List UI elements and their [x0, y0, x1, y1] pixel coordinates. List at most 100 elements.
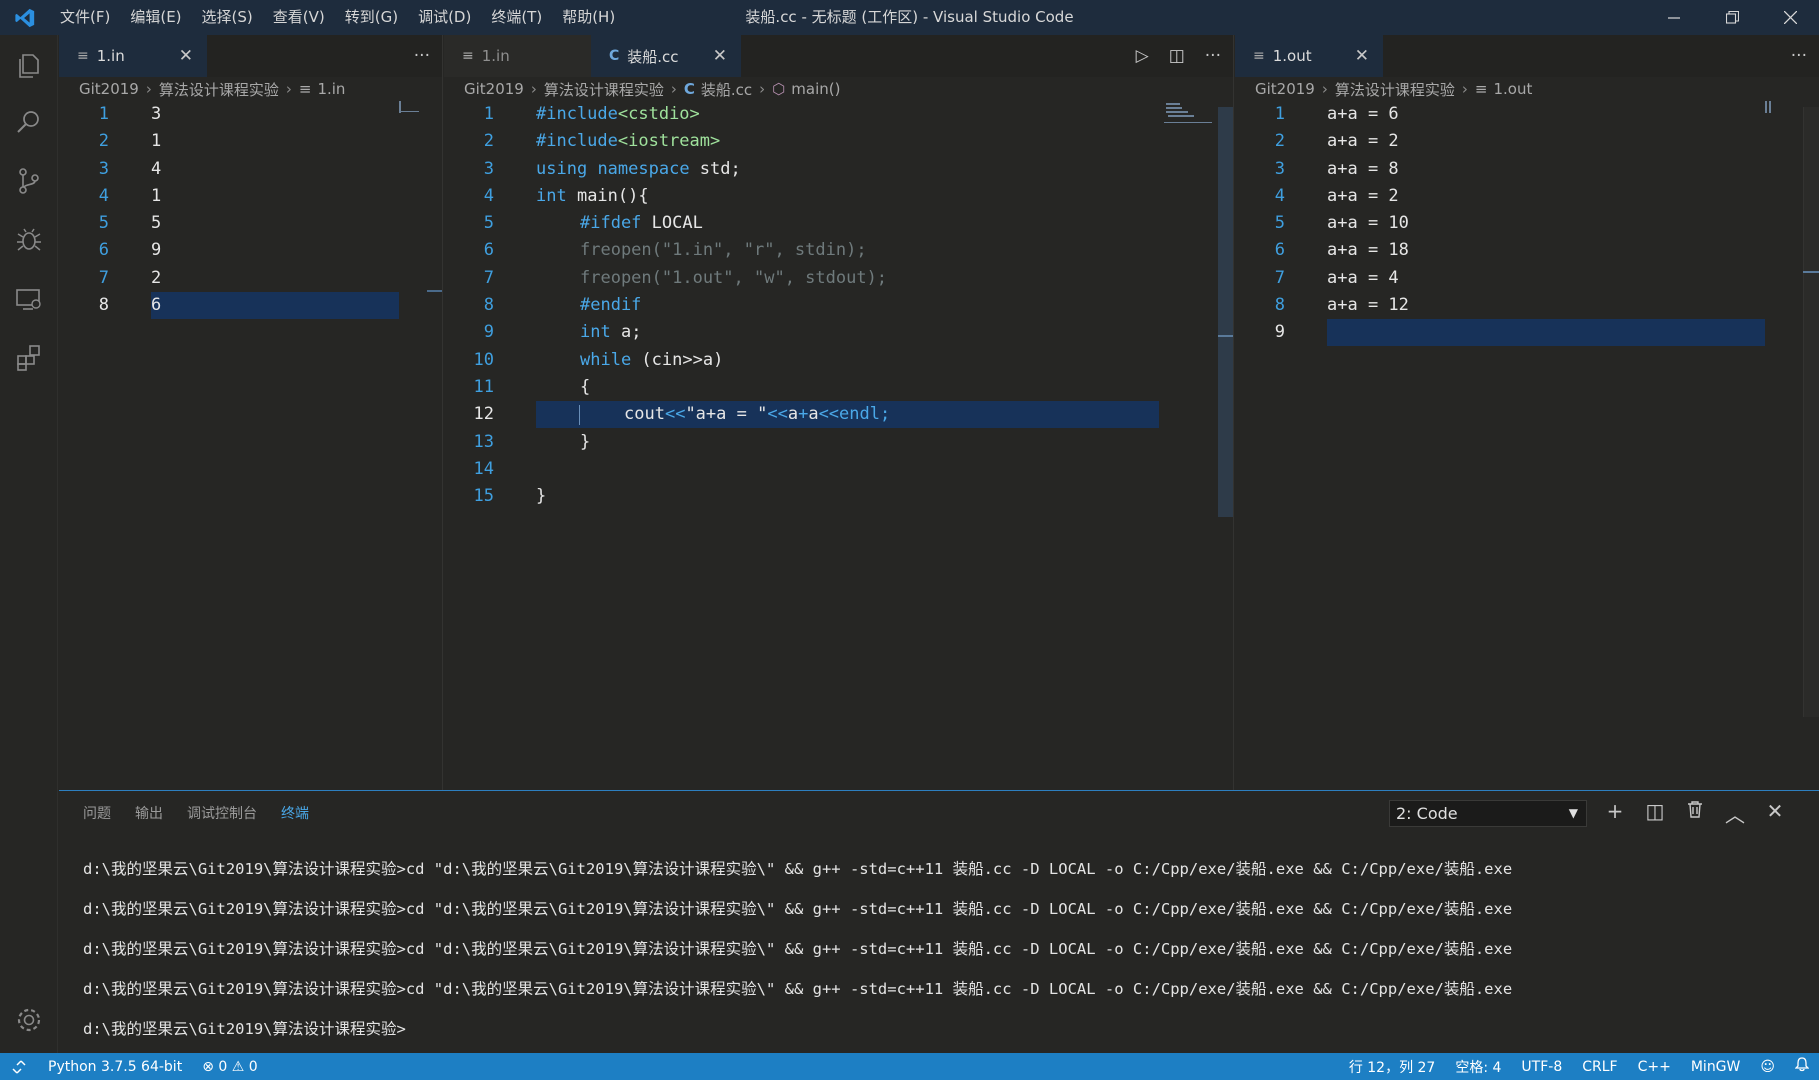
code-line[interactable]: 41 — [59, 183, 442, 210]
chevron-right-icon: › — [285, 80, 292, 98]
minimize-button[interactable] — [1645, 0, 1703, 35]
line-text: cout<<"a+a = "<<a+a<<endl; — [624, 404, 891, 425]
code-line[interactable]: 34 — [59, 156, 442, 183]
line-text: a+a = 2 — [1327, 185, 1399, 206]
cursor-position[interactable]: 行 12，列 27 — [1339, 1057, 1446, 1077]
line-text: #endif — [580, 295, 642, 316]
chevron-right-icon: › — [145, 80, 152, 98]
compiler-config[interactable]: MinGW — [1681, 1059, 1751, 1075]
tab-debug-console[interactable]: 调试控制台 — [187, 803, 257, 823]
line-number: 11 — [473, 376, 494, 397]
menu-help[interactable]: 帮助(H) — [552, 0, 625, 35]
code-line[interactable]: 69 — [59, 237, 442, 264]
breadcrumb-item[interactable]: main() — [791, 80, 840, 98]
menu-edit[interactable]: 编辑(E) — [120, 0, 191, 35]
chevron-right-icon: › — [1321, 80, 1328, 98]
tab-terminal[interactable]: 终端 — [281, 803, 309, 823]
breadcrumb-item[interactable]: 1.out — [1493, 80, 1532, 98]
tab-1-in[interactable]: ≡ 1.in ✕ — [59, 35, 207, 77]
remote-indicator-icon[interactable] — [0, 1053, 38, 1080]
python-interpreter[interactable]: Python 3.7.5 64-bit — [38, 1059, 192, 1075]
close-tab-icon[interactable]: ✕ — [179, 46, 193, 66]
encoding[interactable]: UTF-8 — [1511, 1059, 1572, 1075]
menu-selection[interactable]: 选择(S) — [192, 0, 263, 35]
tab-zhuangchuan-cc[interactable]: C 装船.cc ✕ — [591, 35, 741, 77]
tab-output[interactable]: 输出 — [135, 803, 163, 823]
explorer-icon[interactable] — [0, 37, 58, 95]
vertical-scrollbar[interactable] — [1218, 107, 1233, 517]
line-text: #include<iostream> — [536, 131, 721, 152]
remote-explorer-icon[interactable] — [0, 270, 58, 328]
more-actions-icon[interactable]: ··· — [414, 46, 430, 66]
close-window-button[interactable] — [1761, 0, 1819, 35]
tab-problems[interactable]: 问题 — [83, 803, 111, 823]
tab-1-out[interactable]: ≡ 1.out ✕ — [1235, 35, 1383, 77]
terminal-select[interactable]: 2: Code ▼ — [1389, 800, 1587, 827]
close-panel-icon[interactable]: ✕ — [1764, 799, 1786, 828]
breadcrumb-item[interactable]: Git2019 — [79, 80, 139, 98]
maximize-panel-icon[interactable]: ︿ — [1724, 799, 1746, 828]
line-text: #ifdef LOCAL — [580, 213, 703, 234]
line-number: 2 — [483, 131, 494, 152]
menu-file[interactable]: 文件(F) — [50, 0, 120, 35]
line-text: 9 — [151, 240, 162, 261]
run-icon[interactable]: ▷ — [1136, 46, 1149, 66]
minimap-line — [1166, 111, 1188, 113]
more-actions-icon[interactable]: ··· — [1791, 46, 1807, 66]
overview-ruler-cursor — [427, 290, 442, 292]
breadcrumb-item[interactable]: Git2019 — [464, 80, 524, 98]
breadcrumb-item[interactable]: 算法设计课程实验 — [159, 79, 279, 100]
editor-text-area[interactable]: 13 21 34 41 55 69 72 86 — [59, 101, 442, 761]
language-mode[interactable]: C++ — [1628, 1059, 1681, 1075]
more-actions-icon[interactable]: ··· — [1205, 46, 1221, 66]
editor-group-3: ≡ 1.out ✕ ··· Git2019 › 算法设计课程实验 › ≡ 1.out … — [1235, 35, 1819, 790]
chevron-right-icon: › — [670, 80, 677, 98]
editor-text-area[interactable]: 1 a+a = 6 2 a+a = 2 3 a+a = 8 4 a+a = 2 5 a+a… — [1235, 101, 1819, 761]
line-text: freopen("1.in", "r", stdin); — [580, 240, 867, 261]
line-text: a+a = 6 — [1327, 104, 1399, 124]
breadcrumb-item[interactable]: 装船.cc — [701, 79, 752, 100]
code-line[interactable]: 72 — [59, 265, 442, 292]
minimap[interactable] — [1765, 101, 1767, 113]
split-terminal-icon[interactable]: ◫ — [1644, 799, 1666, 828]
menu-debug[interactable]: 调试(D) — [408, 0, 481, 35]
breadcrumb-item[interactable]: Git2019 — [1255, 80, 1315, 98]
code-line[interactable]: 21 — [59, 128, 442, 155]
breadcrumb-item[interactable]: 算法设计课程实验 — [544, 79, 664, 100]
search-icon[interactable] — [0, 93, 58, 151]
line-number: 6 — [483, 240, 494, 261]
restore-button[interactable] — [1703, 0, 1761, 35]
code-line[interactable]: 13 — [59, 101, 442, 128]
line-number: 4 — [483, 185, 494, 206]
overview-ruler-cursor — [1218, 335, 1233, 337]
settings-gear-icon[interactable] — [0, 991, 58, 1049]
split-editor-icon[interactable]: ◫ — [1169, 46, 1185, 66]
close-tab-icon[interactable]: ✕ — [713, 46, 727, 66]
menu-view[interactable]: 查看(V) — [263, 0, 335, 35]
editor-text-area[interactable]: 1 #include<cstdio> 2 #include<iostream> 3 u… — [444, 101, 1233, 761]
new-terminal-icon[interactable]: + — [1604, 799, 1626, 828]
minimap-line — [1166, 107, 1182, 109]
source-control-icon[interactable] — [0, 152, 58, 210]
menu-terminal[interactable]: 终端(T) — [481, 0, 552, 35]
close-tab-icon[interactable]: ✕ — [1355, 46, 1369, 66]
end-of-line[interactable]: CRLF — [1572, 1059, 1627, 1075]
terminal-line: d:\我的坚果云\Git2019\算法设计课程实验>cd "d:\我的坚果云\G… — [83, 900, 1513, 918]
code-line[interactable]: 55 — [59, 210, 442, 237]
line-number: 1 — [483, 104, 494, 124]
notifications-bell-icon[interactable] — [1785, 1057, 1819, 1076]
breadcrumb-item[interactable]: 1.in — [317, 80, 345, 98]
feedback-icon[interactable]: ☺ — [1750, 1059, 1785, 1075]
code-line[interactable]: 86 — [59, 292, 442, 319]
tab-1-in[interactable]: ≡ 1.in — [444, 35, 591, 77]
breadcrumb-item[interactable]: 算法设计课程实验 — [1335, 79, 1455, 100]
trash-icon[interactable] — [1684, 799, 1706, 828]
vertical-scrollbar[interactable] — [1803, 107, 1819, 717]
menu-go[interactable]: 转到(G) — [335, 0, 408, 35]
chevron-right-icon: › — [759, 80, 766, 98]
problems-indicator[interactable]: ⊗ 0 ⚠ 0 — [192, 1059, 268, 1075]
indentation[interactable]: 空格: 4 — [1445, 1057, 1511, 1077]
extensions-icon[interactable] — [0, 329, 58, 387]
terminal-output[interactable]: d:\我的坚果云\Git2019\算法设计课程实验>cd "d:\我的坚果云\G… — [83, 849, 1512, 1049]
debug-icon[interactable] — [0, 211, 58, 269]
